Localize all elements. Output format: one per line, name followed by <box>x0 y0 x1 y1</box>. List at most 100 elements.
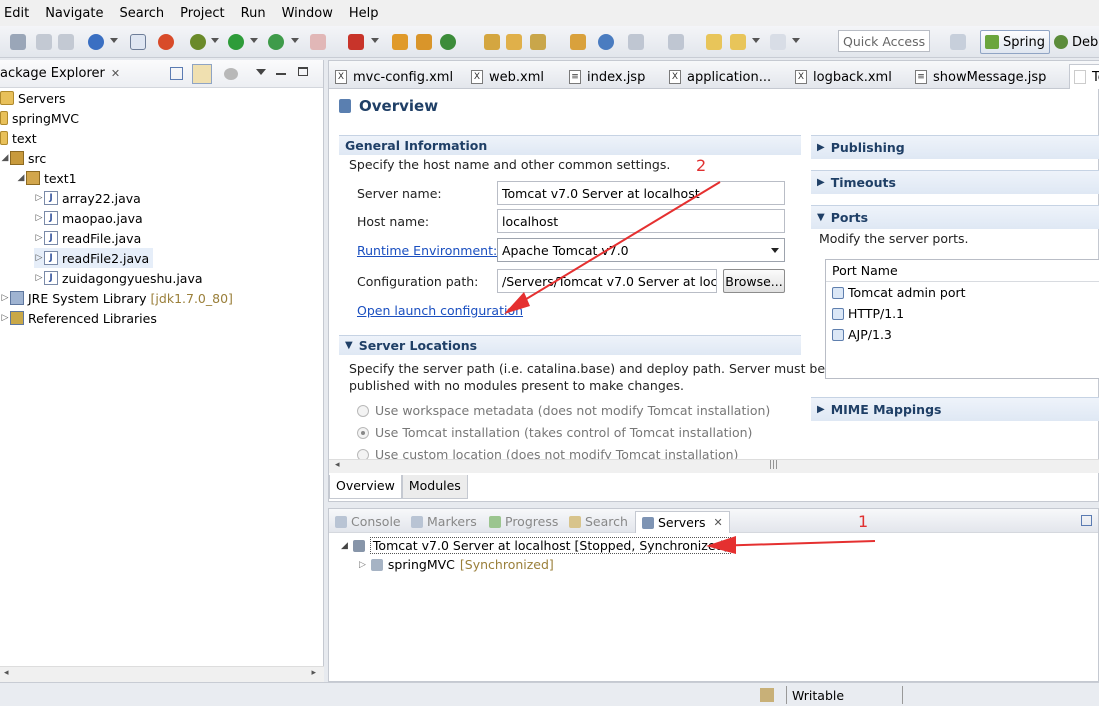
chevron-down-icon[interactable] <box>211 38 219 43</box>
tree-item-text[interactable]: text <box>0 128 37 148</box>
perspective-debug[interactable]: Debu <box>1050 30 1099 54</box>
chevron-down-icon[interactable] <box>110 38 118 43</box>
perspective-spring[interactable]: Spring <box>980 30 1050 54</box>
section-header[interactable]: ▶ MIME Mappings <box>811 397 1099 421</box>
tree-item-src[interactable]: ◢ src <box>0 148 47 168</box>
tree-item-readfile[interactable]: ▷ J readFile.java <box>34 228 142 248</box>
menu-window[interactable]: Window <box>282 6 341 21</box>
collapsed-triangle-icon[interactable]: ▷ <box>0 293 10 303</box>
collapsed-triangle-icon[interactable]: ▷ <box>34 213 44 223</box>
browse-button[interactable]: Browse... <box>723 269 785 293</box>
tree-item-readfile2[interactable]: ▷ J readFile2.java <box>34 248 154 268</box>
debug-browse-icon[interactable] <box>158 34 174 50</box>
tree-item-array22[interactable]: ▷ J array22.java <box>34 188 141 208</box>
new-package-icon[interactable] <box>416 34 432 50</box>
table-row[interactable]: HTTP/1.1 <box>826 303 1099 324</box>
deploy-icon[interactable] <box>348 34 364 50</box>
tab-modules[interactable]: Modules <box>401 475 468 499</box>
view-menu-icon[interactable] <box>256 69 266 75</box>
configuration-path-input[interactable]: /Servers/Tomcat v7.0 Server at locall <box>497 269 717 293</box>
host-name-input[interactable]: localhost <box>497 209 785 233</box>
tree-item-zuidagongyueshu[interactable]: ▷ J zuidagongyueshu.java <box>34 268 203 288</box>
chevron-down-icon[interactable] <box>371 38 379 43</box>
expanded-triangle-icon[interactable]: ◢ <box>0 153 10 163</box>
chevron-down-icon[interactable] <box>250 38 258 43</box>
section-header[interactable]: ▼ Ports <box>811 205 1099 229</box>
quick-access-input[interactable]: Quick Access <box>838 30 930 52</box>
server-tomcat-row[interactable]: ◢ Tomcat v7.0 Server at localhost [Stopp… <box>341 537 732 554</box>
tab-overview[interactable]: Overview <box>329 475 402 499</box>
open-perspective-icon[interactable] <box>950 34 966 50</box>
publishing-section[interactable]: ▶ Publishing <box>811 135 1099 159</box>
annotation-icon[interactable] <box>628 34 644 50</box>
tab-mvc-config[interactable]: X mvc-config.xml <box>335 66 453 88</box>
collapsed-triangle-icon[interactable]: ▷ <box>34 273 44 283</box>
next-annotation-icon[interactable] <box>668 34 684 50</box>
tab-markers[interactable]: Markers <box>411 514 477 529</box>
globe-icon[interactable] <box>598 34 614 50</box>
collapsed-triangle-icon[interactable]: ▷ <box>34 253 44 263</box>
chevron-down-icon[interactable] <box>752 38 760 43</box>
table-row[interactable]: AJP/1.3 <box>826 324 1099 345</box>
collapsed-triangle-icon[interactable]: ▷ <box>34 193 44 203</box>
radio-tomcat-installation[interactable]: Use Tomcat installation (takes control o… <box>357 425 752 440</box>
section-header[interactable]: ▶ Publishing <box>811 135 1099 159</box>
close-icon[interactable]: ✕ <box>714 516 723 529</box>
expanded-triangle-icon[interactable]: ◢ <box>341 541 348 551</box>
tree-item-springmvc[interactable]: springMVC <box>0 108 79 128</box>
filters-icon[interactable] <box>224 68 238 80</box>
menu-project[interactable]: Project <box>180 6 232 21</box>
last-edit-icon[interactable] <box>706 34 722 50</box>
collapsed-triangle-icon[interactable]: ▷ <box>359 560 366 570</box>
tree-item-jre[interactable]: ▷ JRE System Library [jdk1.7.0_80] <box>0 288 233 308</box>
run-external-icon[interactable] <box>268 34 284 50</box>
new-java-project-icon[interactable] <box>392 34 408 50</box>
runtime-environment-link[interactable]: Runtime Environment: <box>357 243 497 258</box>
tab-servers[interactable]: Servers ✕ <box>635 511 730 533</box>
tab-web-xml[interactable]: X web.xml <box>471 66 544 88</box>
tab-showmessage[interactable]: ≡ showMessage.jsp <box>915 66 1046 88</box>
tab-console[interactable]: Console <box>335 514 401 529</box>
link-icon[interactable] <box>130 34 146 50</box>
tab-application[interactable]: X application... <box>669 66 771 88</box>
minimize-icon[interactable] <box>276 73 286 75</box>
save-all-icon[interactable] <box>58 34 74 50</box>
menu-edit[interactable]: Edit <box>4 6 37 21</box>
horizontal-scrollbar[interactable]: ◂ ▸ <box>0 666 324 682</box>
chevron-down-icon[interactable] <box>792 38 800 43</box>
edit-icon[interactable] <box>530 34 546 50</box>
scroll-thumb-grip-icon[interactable]: ||| <box>769 460 778 470</box>
tab-search[interactable]: Search <box>569 514 628 529</box>
new-class-icon[interactable] <box>440 34 456 50</box>
collapsed-triangle-icon[interactable]: ▷ <box>0 313 10 323</box>
section-header[interactable]: General Information <box>339 135 801 155</box>
new-icon[interactable] <box>10 34 26 50</box>
collapse-all-icon[interactable] <box>1081 515 1092 526</box>
scroll-right-icon[interactable]: ▸ <box>311 668 316 678</box>
bug-icon[interactable] <box>190 34 206 50</box>
tree-item-referenced-libraries[interactable]: ▷ Referenced Libraries <box>0 308 157 328</box>
scroll-left-icon[interactable]: ◂ <box>335 460 340 470</box>
runtime-environment-select[interactable]: Apache Tomcat v7.0 <box>497 238 785 262</box>
menu-search[interactable]: Search <box>120 6 173 21</box>
tree-item-text1[interactable]: ◢ text1 <box>16 168 77 188</box>
save-icon[interactable] <box>36 34 52 50</box>
forward-icon[interactable] <box>770 34 786 50</box>
table-row[interactable]: Tomcat admin port <box>826 282 1099 303</box>
menu-run[interactable]: Run <box>241 6 274 21</box>
port-name-header[interactable]: Port Name <box>826 260 1099 282</box>
editor-horizontal-scrollbar[interactable]: ◂ ||| <box>329 459 1099 473</box>
section-header[interactable]: ▼ Server Locations <box>339 335 801 355</box>
stop-icon[interactable] <box>310 34 326 50</box>
section-header[interactable]: ▶ Timeouts <box>811 170 1099 194</box>
close-icon[interactable]: ✕ <box>111 67 120 80</box>
chevron-down-icon[interactable] <box>291 38 299 43</box>
radio-workspace-metadata[interactable]: Use workspace metadata (does not modify … <box>357 403 770 418</box>
tab-index-jsp[interactable]: ≡ index.jsp <box>569 66 645 88</box>
module-springmvc-row[interactable]: ▷ springMVC [Synchronized] <box>359 557 554 572</box>
tab-tomcat-server[interactable]: To <box>1069 64 1099 89</box>
open-type-icon[interactable] <box>484 34 500 50</box>
expanded-triangle-icon[interactable]: ◢ <box>16 173 26 183</box>
tab-logback[interactable]: X logback.xml <box>795 66 892 88</box>
open-launch-configuration-link[interactable]: Open launch configuration <box>357 303 523 318</box>
